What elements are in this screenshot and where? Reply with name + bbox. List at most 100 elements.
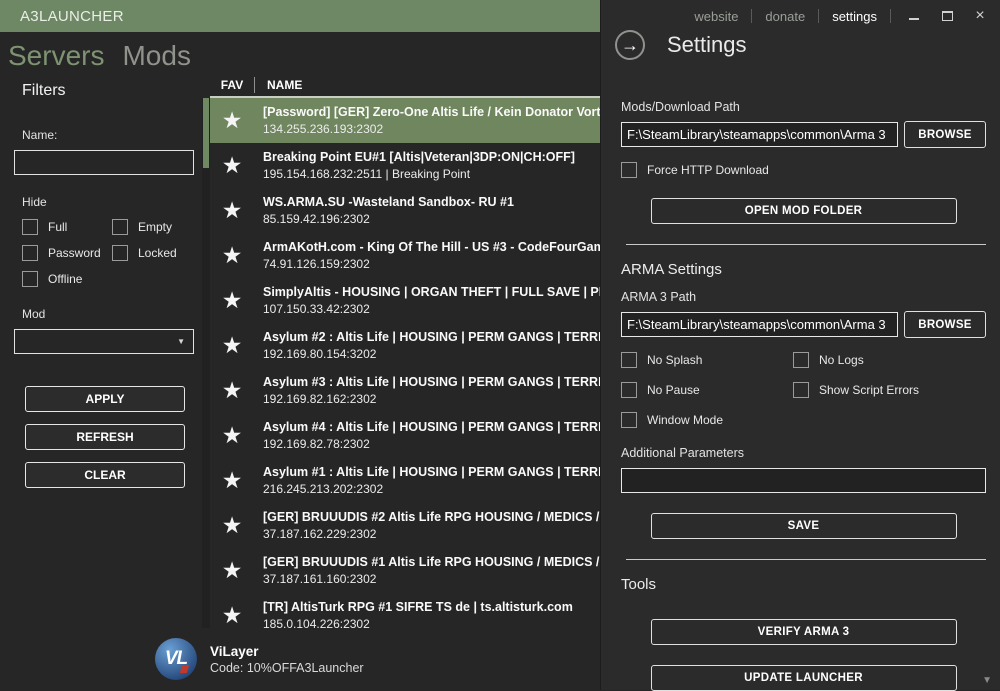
arma3-path-browse-button[interactable]: BROWSE [904, 311, 986, 338]
link-divider [890, 9, 891, 23]
force-http-label: Force HTTP Download [647, 163, 769, 177]
server-address: 37.187.162.229:2302 [263, 527, 600, 541]
checkbox-no-pause[interactable] [621, 382, 637, 398]
favorite-star-icon[interactable]: ★ [210, 244, 254, 267]
scrollbar-thumb[interactable] [203, 98, 209, 168]
server-address: 85.159.42.196:2302 [263, 212, 600, 226]
refresh-button[interactable]: REFRESH [25, 424, 185, 450]
settings-link[interactable]: settings [832, 9, 877, 24]
server-rows: ★ [Password] [GER] Zero-One Altis Life /… [210, 98, 600, 628]
minimize-button[interactable] [904, 7, 924, 25]
server-name: Asylum #4 : Altis Life | HOUSING | PERM … [263, 420, 600, 434]
server-row[interactable]: ★ WS.ARMA.SU -Wasteland Sandbox- RU #1 8… [210, 188, 600, 233]
nav-tabs: Servers Mods [0, 32, 600, 74]
no-pause-label: No Pause [647, 383, 700, 397]
checkbox-offline[interactable] [22, 271, 38, 287]
window-mode-label: Window Mode [647, 413, 723, 427]
update-launcher-button[interactable]: UPDATE LAUNCHER [651, 665, 957, 691]
server-address: 107.150.33.42:2302 [263, 302, 600, 316]
server-row[interactable]: ★ [TR] AltisTurk RPG #1 SIFRE TS de | ts… [210, 593, 600, 628]
no-splash-label: No Splash [647, 353, 702, 367]
section-separator [626, 559, 986, 560]
favorite-star-icon[interactable]: ★ [210, 199, 254, 222]
arma3-path-input[interactable] [621, 312, 898, 337]
server-list-scrollbar[interactable] [202, 98, 210, 628]
server-address: 192.169.82.78:2302 [263, 437, 600, 451]
mod-dropdown[interactable]: ▼ [14, 329, 194, 354]
hide-label: Hide [22, 195, 202, 209]
checkbox-no-logs[interactable] [793, 352, 809, 368]
server-row[interactable]: ★ Asylum #4 : Altis Life | HOUSING | PER… [210, 413, 600, 458]
checkbox-no-splash[interactable] [621, 352, 637, 368]
favorite-star-icon[interactable]: ★ [210, 289, 254, 312]
open-mod-folder-button[interactable]: OPEN MOD FOLDER [651, 198, 957, 224]
name-column-header[interactable]: NAME [267, 78, 302, 92]
server-list-header: FAV NAME [210, 74, 600, 98]
website-link[interactable]: website [694, 9, 738, 24]
checkbox-locked-label: Locked [138, 246, 177, 260]
checkbox-force-http[interactable] [621, 162, 637, 178]
app-title: A3LAUNCHER [20, 8, 124, 25]
vilayer-logo[interactable]: VL [155, 638, 197, 680]
scroll-down-icon[interactable]: ▼ [982, 675, 992, 686]
no-logs-label: No Logs [819, 353, 864, 367]
favorite-star-icon[interactable]: ★ [210, 334, 254, 357]
favorite-star-icon[interactable]: ★ [210, 514, 254, 537]
titlebar-links: website donate settings × [694, 7, 990, 25]
arma3-path-label: ARMA 3 Path [621, 290, 986, 304]
chevron-down-icon: ▼ [177, 337, 185, 346]
favorite-star-icon[interactable]: ★ [210, 604, 254, 627]
server-address: 74.91.126.159:2302 [263, 257, 600, 271]
server-name: Asylum #1 : Altis Life | HOUSING | PERM … [263, 465, 600, 479]
checkbox-empty[interactable] [112, 219, 128, 235]
server-row[interactable]: ★ [Password] [GER] Zero-One Altis Life /… [210, 98, 600, 143]
save-button[interactable]: SAVE [651, 513, 957, 539]
additional-params-label: Additional Parameters [621, 446, 986, 460]
server-row[interactable]: ★ [GER] BRUUUDIS #2 Altis Life RPG HOUSI… [210, 503, 600, 548]
server-address: 195.154.168.232:2511 | Breaking Point [263, 167, 600, 181]
server-row[interactable]: ★ Breaking Point EU#1 [Altis|Veteran|3DP… [210, 143, 600, 188]
checkbox-locked[interactable] [112, 245, 128, 261]
vilayer-logo-red-accent [180, 665, 190, 673]
server-row[interactable]: ★ SimplyAltis - HOUSING | ORGAN THEFT | … [210, 278, 600, 323]
arrow-right-circle-icon: → [615, 30, 645, 60]
checkbox-full[interactable] [22, 219, 38, 235]
maximize-button[interactable] [937, 7, 957, 25]
mods-path-input[interactable] [621, 122, 898, 147]
name-filter-input[interactable] [14, 150, 194, 175]
server-row[interactable]: ★ Asylum #1 : Altis Life | HOUSING | PER… [210, 458, 600, 503]
favorite-star-icon[interactable]: ★ [210, 379, 254, 402]
server-row[interactable]: ★ Asylum #3 : Altis Life | HOUSING | PER… [210, 368, 600, 413]
filters-panel: Filters Name: Hide Full Empty [0, 74, 202, 628]
link-divider [751, 9, 752, 23]
checkbox-show-script-errors[interactable] [793, 382, 809, 398]
server-row[interactable]: ★ Asylum #2 : Altis Life | HOUSING | PER… [210, 323, 600, 368]
checkbox-password[interactable] [22, 245, 38, 261]
tab-servers[interactable]: Servers [8, 41, 104, 72]
fav-column-header[interactable]: FAV [210, 78, 254, 92]
checkbox-offline-label: Offline [48, 272, 82, 286]
close-button[interactable]: × [970, 7, 990, 25]
favorite-star-icon[interactable]: ★ [210, 559, 254, 582]
additional-params-input[interactable] [621, 468, 986, 493]
apply-button[interactable]: APPLY [25, 386, 185, 412]
server-address: 216.245.213.202:2302 [263, 482, 600, 496]
donate-link[interactable]: donate [765, 9, 805, 24]
server-address: 37.187.161.160:2302 [263, 572, 600, 586]
server-name: ArmAKotH.com - King Of The Hill - US #3 … [263, 240, 600, 254]
server-row[interactable]: ★ [GER] BRUUUDIS #1 Altis Life RPG HOUSI… [210, 548, 600, 593]
verify-arma3-button[interactable]: VERIFY ARMA 3 [651, 619, 957, 645]
favorite-star-icon[interactable]: ★ [210, 154, 254, 177]
favorite-star-icon[interactable]: ★ [210, 109, 254, 132]
favorite-star-icon[interactable]: ★ [210, 424, 254, 447]
clear-button[interactable]: CLEAR [25, 462, 185, 488]
mods-path-browse-button[interactable]: BROWSE [904, 121, 986, 148]
server-address: 192.169.82.162:2302 [263, 392, 600, 406]
server-row[interactable]: ★ ArmAKotH.com - King Of The Hill - US #… [210, 233, 600, 278]
maximize-icon [942, 11, 953, 21]
mods-path-label: Mods/Download Path [621, 100, 986, 114]
server-address: 134.255.236.193:2302 [263, 122, 600, 136]
checkbox-window-mode[interactable] [621, 412, 637, 428]
tab-mods[interactable]: Mods [122, 41, 190, 72]
favorite-star-icon[interactable]: ★ [210, 469, 254, 492]
